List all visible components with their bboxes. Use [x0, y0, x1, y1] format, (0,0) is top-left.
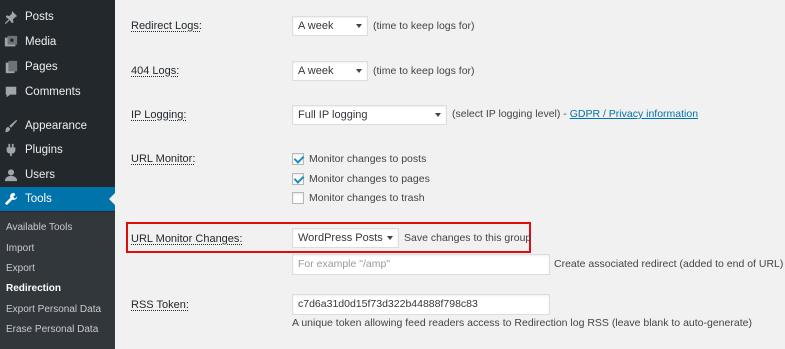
ip-logging-help-text: (select IP logging level) - — [452, 108, 570, 120]
current-menu-arrow — [109, 193, 115, 205]
submenu-item-export-personal-data[interactable]: Export Personal Data — [6, 304, 101, 315]
tools-submenu: Available Tools Import Export Redirectio… — [0, 212, 115, 349]
sidebar-item-comments[interactable]: Comments — [0, 80, 115, 104]
ip-logging-label: IP Logging: — [131, 109, 187, 121]
sidebar-item-label: Pages — [25, 61, 58, 73]
submenu-item-available-tools[interactable]: Available Tools — [6, 222, 72, 233]
logs-404-select[interactable]: A week — [292, 61, 368, 81]
ip-logging-value: Full IP logging — [298, 109, 368, 121]
monitor-trash-option[interactable]: Monitor changes to trash — [292, 192, 425, 204]
redirect-logs-help: (time to keep logs for) — [373, 20, 475, 32]
sidebar-item-label: Tools — [25, 193, 52, 205]
monitor-trash-label: Monitor changes to trash — [309, 192, 425, 204]
sidebar-item-media[interactable]: Media — [0, 30, 115, 54]
submenu-item-import[interactable]: Import — [6, 243, 34, 254]
wrench-icon — [4, 192, 18, 206]
monitor-posts-label: Monitor changes to posts — [309, 153, 427, 165]
chevron-down-icon — [435, 113, 441, 117]
ip-logging-help: (select IP logging level) - GDPR / Priva… — [452, 108, 698, 120]
sidebar-item-pages[interactable]: Pages — [0, 55, 115, 79]
rss-token-input[interactable]: c7d6a31d0d15f73d322b44888f798c83 — [292, 294, 550, 315]
brush-icon — [4, 119, 18, 133]
comment-icon — [4, 85, 18, 99]
chevron-down-icon — [356, 69, 362, 73]
gdpr-privacy-link[interactable]: GDPR / Privacy information — [570, 108, 698, 120]
monitor-pages-label: Monitor changes to pages — [309, 173, 430, 185]
chevron-down-icon — [356, 24, 362, 28]
logs-404-value: A week — [298, 65, 334, 77]
associated-redirect-placeholder: For example "/amp" — [298, 258, 391, 270]
url-monitor-changes-value: WordPress Posts — [298, 232, 383, 244]
sidebar-item-posts[interactable]: Posts — [0, 5, 115, 29]
admin-sidebar: Posts Media Pages Comments Appearance Pl… — [0, 0, 115, 349]
pages-icon — [4, 60, 18, 74]
logs-404-help: (time to keep logs for) — [373, 65, 475, 77]
media-icon — [4, 35, 18, 49]
submenu-item-erase-personal-data[interactable]: Erase Personal Data — [6, 324, 98, 335]
sidebar-item-label: Users — [25, 169, 56, 181]
redirect-logs-select[interactable]: A week — [292, 16, 368, 36]
submenu-item-redirection[interactable]: Redirection — [6, 283, 61, 294]
associated-redirect-help: Create associated redirect (added to end… — [554, 258, 784, 270]
sidebar-item-appearance[interactable]: Appearance — [0, 114, 115, 138]
sidebar-item-tools[interactable]: Tools — [0, 187, 115, 211]
monitor-trash-checkbox[interactable] — [292, 192, 304, 204]
sidebar-item-label: Plugins — [25, 144, 63, 156]
rss-token-help: A unique token allowing feed readers acc… — [292, 317, 752, 329]
sidebar-item-label: Media — [25, 36, 57, 48]
rss-token-value: c7d6a31d0d15f73d322b44888f798c83 — [298, 298, 478, 310]
monitor-posts-option[interactable]: Monitor changes to posts — [292, 153, 426, 165]
sidebar-item-users[interactable]: Users — [0, 163, 115, 187]
url-monitor-changes-label: URL Monitor Changes: — [131, 233, 243, 245]
rss-token-label: RSS Token: — [131, 299, 189, 311]
ip-logging-select[interactable]: Full IP logging — [292, 105, 447, 125]
redirect-logs-label: Redirect Logs: — [131, 20, 202, 32]
sidebar-item-label: Comments — [25, 86, 81, 98]
chevron-down-icon — [387, 236, 393, 240]
plugin-icon — [4, 143, 18, 157]
url-monitor-changes-select[interactable]: WordPress Posts — [292, 228, 399, 248]
redirect-logs-value: A week — [298, 20, 334, 32]
associated-redirect-input[interactable]: For example "/amp" — [292, 254, 550, 275]
pin-icon — [4, 10, 18, 24]
sidebar-item-label: Appearance — [25, 120, 88, 132]
sidebar-item-label: Posts — [25, 11, 54, 23]
user-icon — [4, 168, 18, 182]
monitor-pages-option[interactable]: Monitor changes to pages — [292, 173, 430, 185]
sidebar-item-plugins[interactable]: Plugins — [0, 138, 115, 162]
submenu-item-export[interactable]: Export — [6, 263, 35, 274]
url-monitor-label: URL Monitor: — [131, 153, 196, 165]
monitor-pages-checkbox[interactable] — [292, 173, 304, 185]
logs-404-label: 404 Logs: — [131, 65, 180, 77]
url-monitor-changes-help: Save changes to this group — [404, 232, 532, 244]
monitor-posts-checkbox[interactable] — [292, 153, 304, 165]
